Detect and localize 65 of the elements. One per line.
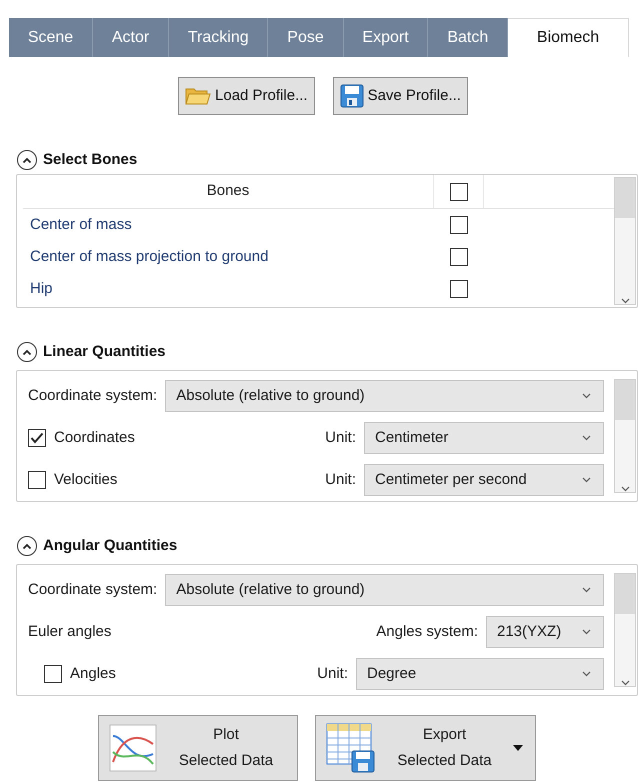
checkbox[interactable] [44, 665, 62, 683]
profile-button[interactable]: Save Profile... [332, 77, 468, 115]
bone-name[interactable]: Hip [30, 280, 53, 297]
unit-label: Unit: [317, 664, 348, 684]
folder-icon [185, 86, 212, 106]
chevron-down-icon [582, 477, 591, 483]
field-label: Angles system: [376, 622, 478, 642]
section-title: Linear Quantities [43, 342, 166, 362]
bone-name[interactable]: Center of mass projection to ground [30, 248, 268, 265]
field-label: Coordinate system: [28, 580, 158, 600]
tab[interactable]: Actor [93, 18, 170, 57]
chevron-up-icon [22, 348, 32, 356]
tab[interactable]: Export [344, 18, 428, 57]
scroll-down-icon [620, 486, 630, 492]
chevron-down-icon [582, 587, 591, 593]
collapse-toggle[interactable] [17, 150, 37, 170]
bone-name[interactable]: Center of mass [30, 216, 132, 233]
tab[interactable]: Pose [268, 18, 344, 57]
checkbox[interactable] [450, 248, 468, 266]
checkbox-label: Coordinates [54, 428, 135, 448]
checkbox[interactable] [28, 429, 46, 447]
unit-label: Unit: [325, 470, 356, 490]
tab[interactable]: Scene [9, 18, 94, 57]
profile-button[interactable]: Load Profile... [178, 77, 315, 115]
dropdown[interactable]: 213(YXZ) [486, 616, 604, 648]
section-title: Select Bones [43, 150, 138, 170]
collapse-toggle[interactable] [17, 342, 37, 362]
action-button[interactable]: Plot Selected Data [98, 715, 298, 781]
chevron-down-icon [582, 435, 591, 441]
field-label: Euler angles [28, 622, 112, 642]
chevron-up-icon [22, 542, 32, 550]
chevron-down-icon [582, 671, 591, 677]
scroll-down-icon [620, 680, 630, 686]
dropdown[interactable]: Degree [356, 658, 604, 690]
checkbox[interactable] [450, 280, 468, 298]
action-button[interactable]: Export Selected Data [315, 715, 536, 781]
checkbox[interactable] [450, 216, 468, 234]
scroll-down-icon [620, 298, 630, 304]
dropdown[interactable]: Absolute (relative to ground) [165, 380, 604, 412]
checkbox-label: Angles [70, 664, 116, 684]
dropdown[interactable]: Absolute (relative to ground) [165, 574, 604, 606]
button-text: Plot [213, 725, 239, 745]
column-header: Bones [23, 175, 434, 208]
chevron-up-icon [22, 156, 32, 164]
checkbox[interactable] [450, 182, 468, 200]
unit-label: Unit: [325, 428, 356, 448]
dropdown[interactable]: Centimeter per second [364, 464, 604, 496]
checkbox[interactable] [28, 471, 46, 489]
spreadsheet-icon [326, 723, 376, 773]
tab[interactable]: Biomech [508, 18, 629, 57]
button-text: Selected Data [397, 751, 492, 771]
dropdown[interactable]: Centimeter [364, 422, 604, 454]
scrollbar[interactable] [614, 573, 636, 687]
collapse-toggle[interactable] [17, 536, 37, 556]
scrollbar[interactable] [614, 177, 636, 305]
button-text: Export [422, 725, 466, 745]
scrollbar[interactable] [614, 379, 636, 493]
chevron-down-icon [582, 629, 591, 635]
line-chart-icon [109, 724, 157, 772]
checkbox-label: Velocities [54, 470, 118, 490]
button-text: Selected Data [178, 751, 274, 771]
chevron-down-icon [582, 393, 591, 399]
section-title: Angular Quantities [43, 536, 178, 556]
tab[interactable]: Tracking [169, 18, 268, 57]
field-label: Coordinate system: [28, 386, 158, 406]
